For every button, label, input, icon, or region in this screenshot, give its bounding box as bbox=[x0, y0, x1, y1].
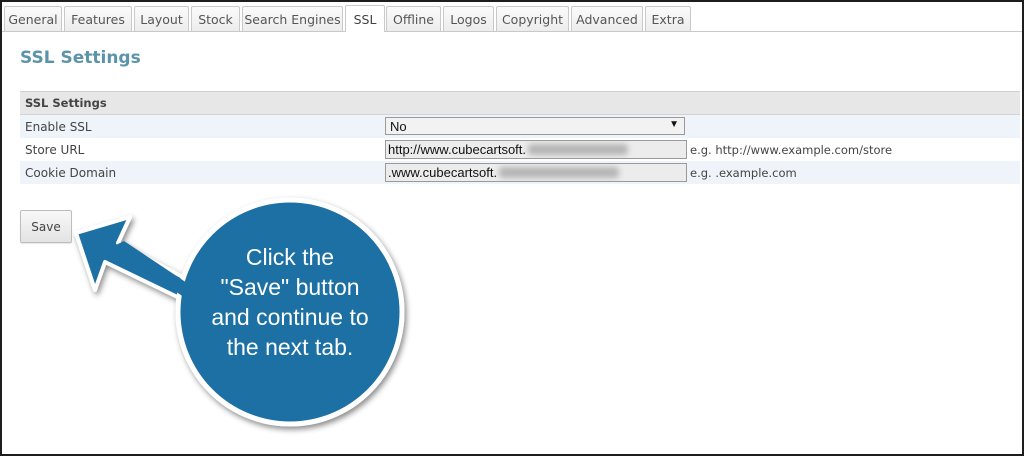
callout-line: the next tab. bbox=[226, 334, 354, 360]
callout-line: and continue to bbox=[211, 304, 369, 330]
callout-line: "Save" button bbox=[220, 274, 360, 300]
callout-text: Click the "Save" button and continue to … bbox=[178, 242, 402, 362]
tab-ssl[interactable]: SSL bbox=[345, 5, 385, 32]
callout-line: Click the bbox=[245, 244, 335, 270]
callout-graphic bbox=[74, 197, 405, 427]
